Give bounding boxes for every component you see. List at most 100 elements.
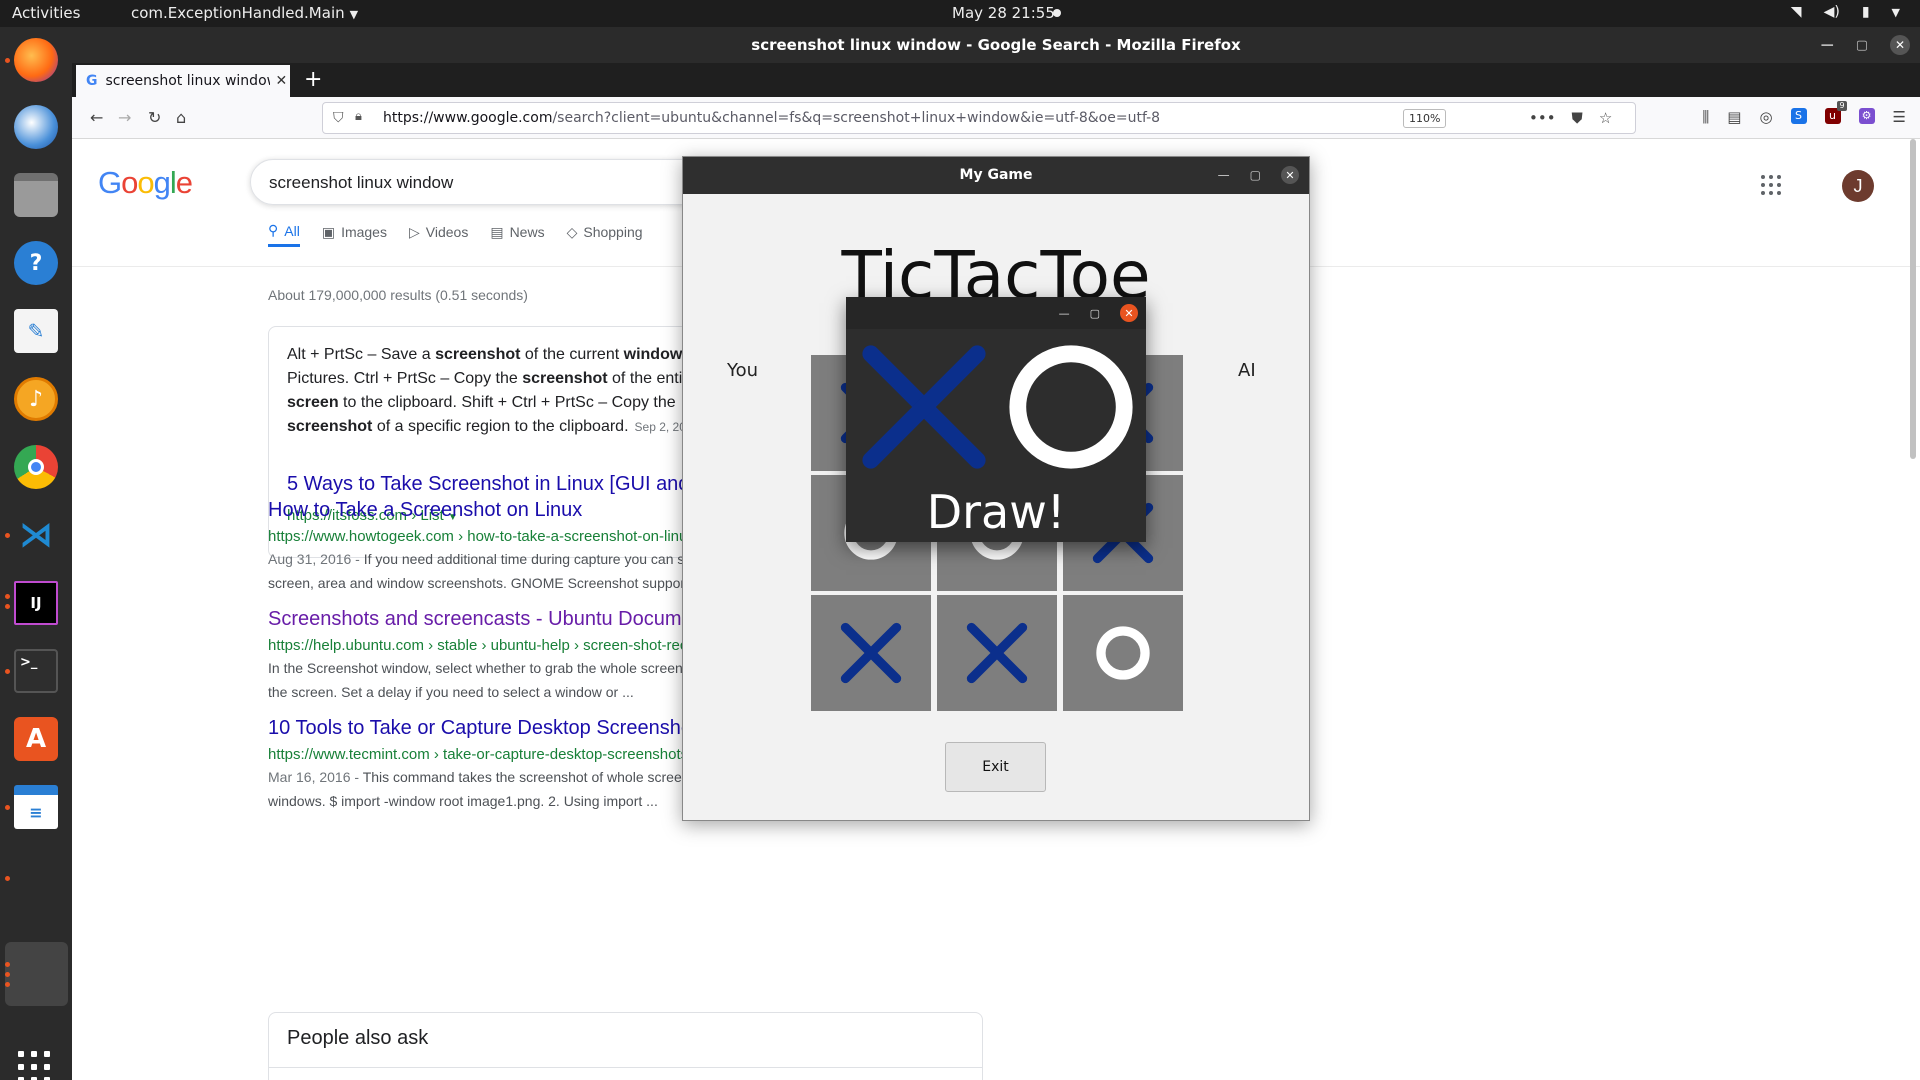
firefox-titlebar: screenshot linux window - Google Search … xyxy=(72,27,1920,63)
close-icon[interactable]: ✕ xyxy=(1281,166,1299,184)
dock-vscode[interactable]: ⋊ xyxy=(11,510,61,560)
scrollbar[interactable] xyxy=(1910,139,1916,459)
dock-rhythmbox[interactable]: ♪ xyxy=(11,374,61,424)
chrome-icon xyxy=(14,445,58,489)
show-applications-icon[interactable] xyxy=(18,1051,52,1080)
google-logo[interactable]: Google xyxy=(98,165,193,201)
notification-dot-icon xyxy=(1053,9,1061,17)
dock-text-editor[interactable]: ✎ xyxy=(11,306,61,356)
game-window-title: My Game xyxy=(959,167,1033,183)
lock-icon[interactable]: 🔒︎ xyxy=(355,109,362,124)
navigation-bar: ← → ↻ ⌂ ⛉ 🔒︎ https://www.google.com/sear… xyxy=(72,97,1920,139)
running-indicator xyxy=(5,533,10,538)
search-tabs: ⚲ All ▣ Images ▷ Videos ▤ News ◇ Shopping xyxy=(268,217,643,247)
extension-icon[interactable]: ⚙ xyxy=(1858,108,1875,124)
terminal-icon: >_ xyxy=(14,649,58,693)
toolbar-icons: ⫼ ▤ ◎ S u9 ⚙ ☰ xyxy=(1702,101,1906,126)
maximize-icon[interactable]: ▢ xyxy=(1250,168,1261,182)
app-menu[interactable]: com.ExceptionHandled.Main ▼ xyxy=(131,4,358,22)
o-mark-icon xyxy=(1001,337,1141,477)
gnome-top-bar: Activities com.ExceptionHandled.Main ▼ Ma… xyxy=(0,0,1920,27)
running-indicator xyxy=(5,594,10,599)
search-input[interactable]: screenshot linux window xyxy=(269,173,453,193)
dock-software[interactable]: A xyxy=(11,714,61,764)
writer-icon: ≡ xyxy=(14,785,58,829)
home-icon[interactable]: ⌂ xyxy=(176,108,186,127)
more-actions-icon[interactable]: ••• xyxy=(1529,109,1556,127)
board-cell[interactable] xyxy=(937,595,1057,711)
running-indicator xyxy=(5,669,10,674)
dock-chrome[interactable] xyxy=(11,442,61,492)
firefox-icon xyxy=(14,38,58,82)
board-cell[interactable] xyxy=(811,595,931,711)
tab-videos[interactable]: ▷ Videos xyxy=(409,217,468,247)
sidebar-icon[interactable]: ▤ xyxy=(1727,108,1741,126)
dock-firefox[interactable] xyxy=(11,35,61,85)
avatar[interactable]: J xyxy=(1842,170,1874,202)
maximize-icon[interactable]: ▢ xyxy=(1090,307,1100,320)
dock-thunderbird[interactable] xyxy=(11,102,61,152)
tab-news[interactable]: ▤ News xyxy=(490,217,544,247)
minimize-icon[interactable]: — xyxy=(1218,168,1230,182)
player-label: You xyxy=(727,360,759,381)
ublock-icon[interactable]: u9 xyxy=(1824,101,1847,124)
tag-icon: ◇ xyxy=(566,223,578,240)
window-title: screenshot linux window - Google Search … xyxy=(751,36,1241,54)
close-icon[interactable]: ✕ xyxy=(1120,304,1138,322)
browser-tab[interactable]: G screenshot linux window ✕ xyxy=(76,65,290,97)
tab-label: News xyxy=(509,224,545,240)
google-apps-icon[interactable] xyxy=(1761,175,1781,195)
software-center-icon: A xyxy=(14,717,58,761)
result-dialog: — ▢ ✕ Draw! xyxy=(846,297,1146,542)
tab-bar: G screenshot linux window ✕ + xyxy=(72,63,1920,97)
new-tab-icon[interactable]: + xyxy=(304,67,322,92)
library-icon[interactable]: ⫼ xyxy=(1702,108,1709,126)
dock-active-game[interactable] xyxy=(5,942,68,1006)
back-icon[interactable]: ← xyxy=(90,108,103,127)
game-titlebar[interactable]: My Game — ▢ ✕ xyxy=(683,157,1309,194)
reload-icon[interactable]: ↻ xyxy=(148,108,161,127)
maximize-icon[interactable]: ▢ xyxy=(1856,38,1868,53)
exit-button[interactable]: Exit xyxy=(945,742,1046,792)
account-icon[interactable]: ◎ xyxy=(1759,108,1772,126)
extension-s-icon[interactable]: S xyxy=(1790,108,1807,124)
chevron-down-icon: ▼ xyxy=(1891,5,1900,19)
close-icon[interactable]: ✕ xyxy=(1890,35,1910,55)
zoom-indicator[interactable]: 110% xyxy=(1403,109,1447,128)
pocket-icon[interactable]: ⛊ xyxy=(1572,109,1583,127)
dock-help[interactable]: ? xyxy=(11,238,61,288)
tracking-shield-icon[interactable]: ⛉ xyxy=(333,110,344,126)
board-cell[interactable] xyxy=(1063,595,1183,711)
vscode-icon: ⋊ xyxy=(19,515,53,555)
running-indicator xyxy=(5,805,10,810)
divider xyxy=(269,1067,982,1068)
close-tab-icon[interactable]: ✕ xyxy=(276,73,288,89)
tab-label: Images xyxy=(341,224,387,240)
tab-all[interactable]: ⚲ All xyxy=(268,217,300,247)
tab-shopping[interactable]: ◇ Shopping xyxy=(567,217,643,247)
wifi-icon: ◥ xyxy=(1790,4,1802,20)
forward-icon[interactable]: → xyxy=(118,108,131,127)
window-controls: — ▢ ✕ xyxy=(1059,304,1138,322)
running-indicator xyxy=(5,604,10,609)
url-text[interactable]: https://www.google.com/search?client=ubu… xyxy=(383,110,1160,126)
google-favicon-icon: G xyxy=(86,73,98,89)
dock-files[interactable] xyxy=(11,170,61,220)
menu-icon[interactable]: ☰ xyxy=(1893,108,1906,126)
bookmark-star-icon[interactable]: ☆ xyxy=(1599,109,1612,127)
page-actions: ••• ⛊ ☆ xyxy=(1529,109,1612,127)
minimize-icon[interactable]: — xyxy=(1821,38,1834,53)
clock[interactable]: May 28 21:55 xyxy=(952,4,1055,22)
help-icon: ? xyxy=(14,241,58,285)
url-bar[interactable]: ⛉ 🔒︎ https://www.google.com/search?clien… xyxy=(322,102,1636,134)
activities-button[interactable]: Activities xyxy=(12,4,80,22)
x-mark-icon xyxy=(840,622,902,684)
minimize-icon[interactable]: — xyxy=(1059,307,1070,320)
dialog-titlebar[interactable]: — ▢ ✕ xyxy=(846,297,1146,329)
dock-libreoffice-writer[interactable]: ≡ xyxy=(11,782,61,832)
tab-label: All xyxy=(284,222,300,239)
dock-terminal[interactable]: >_ xyxy=(11,646,61,696)
dock-intellij[interactable]: IJ xyxy=(11,578,61,628)
tab-images[interactable]: ▣ Images xyxy=(322,217,387,247)
system-tray[interactable]: ◥ ◀) ▮ ▼ xyxy=(1791,4,1900,20)
